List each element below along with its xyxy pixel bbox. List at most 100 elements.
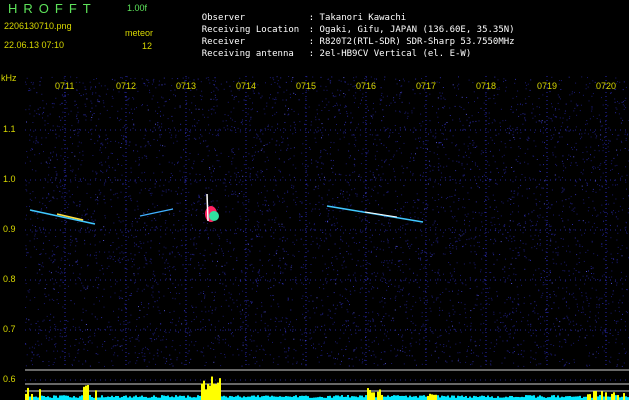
noise-pixel <box>69 239 71 241</box>
noise-pixel <box>80 95 82 97</box>
noise-pixel <box>403 142 405 144</box>
noise-pixel <box>586 299 588 301</box>
noise-pixel <box>214 168 215 170</box>
noise-pixel <box>215 99 217 101</box>
noise-pixel <box>68 190 70 192</box>
noise-pixel <box>143 359 145 361</box>
noise-pixel <box>458 149 460 151</box>
noise-pixel <box>187 332 189 334</box>
noise-pixel <box>231 94 233 96</box>
noise-pixel <box>443 207 444 209</box>
noise-pixel <box>180 123 182 125</box>
noise-pixel <box>42 117 43 119</box>
noise-pixel <box>399 260 401 262</box>
noise-pixel <box>29 160 31 162</box>
noise-pixel <box>410 309 412 311</box>
noise-pixel <box>489 363 491 365</box>
noise-pixel <box>493 311 495 313</box>
noise-pixel <box>324 263 326 265</box>
noise-pixel <box>79 204 81 206</box>
noise-pixel <box>297 113 299 115</box>
noise-pixel <box>170 190 172 192</box>
noise-pixel <box>92 213 94 215</box>
noise-pixel <box>111 360 113 362</box>
noise-pixel <box>415 153 416 155</box>
noise-pixel <box>532 278 534 280</box>
noise-pixel <box>589 316 591 318</box>
noise-pixel <box>212 343 214 344</box>
noise-pixel <box>470 251 472 253</box>
noise-pixel <box>183 171 185 173</box>
noise-pixel <box>530 303 532 305</box>
noise-pixel <box>135 236 137 238</box>
noise-pixel <box>547 353 549 355</box>
noise-pixel <box>608 139 610 141</box>
noise-pixel <box>251 288 253 290</box>
noise-pixel <box>503 154 505 156</box>
noise-pixel <box>210 201 212 203</box>
noise-pixel <box>204 365 206 366</box>
noise-pixel <box>317 161 319 163</box>
noise-pixel <box>142 355 144 357</box>
noise-pixel <box>321 123 323 125</box>
noise-pixel <box>542 141 544 143</box>
noise-pixel <box>176 359 178 361</box>
noise-pixel <box>353 350 355 352</box>
noise-pixel <box>52 288 54 289</box>
noise-pixel <box>153 218 155 220</box>
noise-pixel <box>337 149 339 151</box>
noise-pixel <box>76 77 78 79</box>
noise-pixel <box>455 182 457 184</box>
noise-pixel <box>259 209 261 211</box>
noise-pixel <box>224 289 225 291</box>
noise-pixel <box>404 126 406 128</box>
noise-pixel <box>401 336 403 338</box>
noise-pixel <box>389 225 391 227</box>
noise-pixel <box>506 327 507 329</box>
noise-pixel <box>307 297 308 299</box>
noise-pixel <box>162 336 164 338</box>
noise-pixel <box>266 210 268 212</box>
noise-pixel <box>302 353 304 355</box>
noise-pixel <box>515 247 517 249</box>
noise-pixel <box>275 326 277 328</box>
noise-pixel <box>578 220 580 222</box>
noise-pixel <box>482 151 484 153</box>
noise-pixel <box>169 312 171 313</box>
noise-pixel <box>462 283 464 285</box>
noise-pixel <box>141 290 143 292</box>
noise-pixel <box>340 239 342 241</box>
noise-pixel <box>256 174 258 176</box>
noise-pixel <box>244 300 246 302</box>
noise-pixel <box>606 267 608 269</box>
noise-pixel <box>562 287 564 289</box>
noise-pixel <box>259 349 261 350</box>
noise-pixel <box>59 104 61 106</box>
noise-pixel <box>246 345 248 347</box>
noise-pixel <box>415 341 417 343</box>
noise-pixel <box>56 155 57 157</box>
noise-pixel <box>171 78 173 80</box>
noise-pixel <box>498 331 500 333</box>
noise-pixel <box>405 304 407 306</box>
noise-pixel <box>196 89 198 91</box>
noise-pixel <box>390 344 392 346</box>
noise-pixel <box>592 330 594 332</box>
noise-pixel <box>494 346 496 348</box>
noise-pixel <box>512 128 514 130</box>
noise-pixel <box>384 79 385 81</box>
noise-pixel <box>403 185 405 187</box>
noise-pixel <box>510 203 511 205</box>
noise-pixel <box>116 192 118 194</box>
noise-pixel <box>172 340 174 342</box>
noise-pixel <box>152 273 154 275</box>
noise-pixel <box>512 211 514 213</box>
noise-pixel <box>261 236 263 238</box>
noise-pixel <box>603 220 604 222</box>
noise-pixel <box>532 103 533 105</box>
noise-pixel <box>90 100 92 102</box>
noise-pixel <box>372 318 374 320</box>
noise-pixel <box>105 147 107 149</box>
noise-pixel <box>584 132 586 134</box>
noise-pixel <box>216 200 218 202</box>
